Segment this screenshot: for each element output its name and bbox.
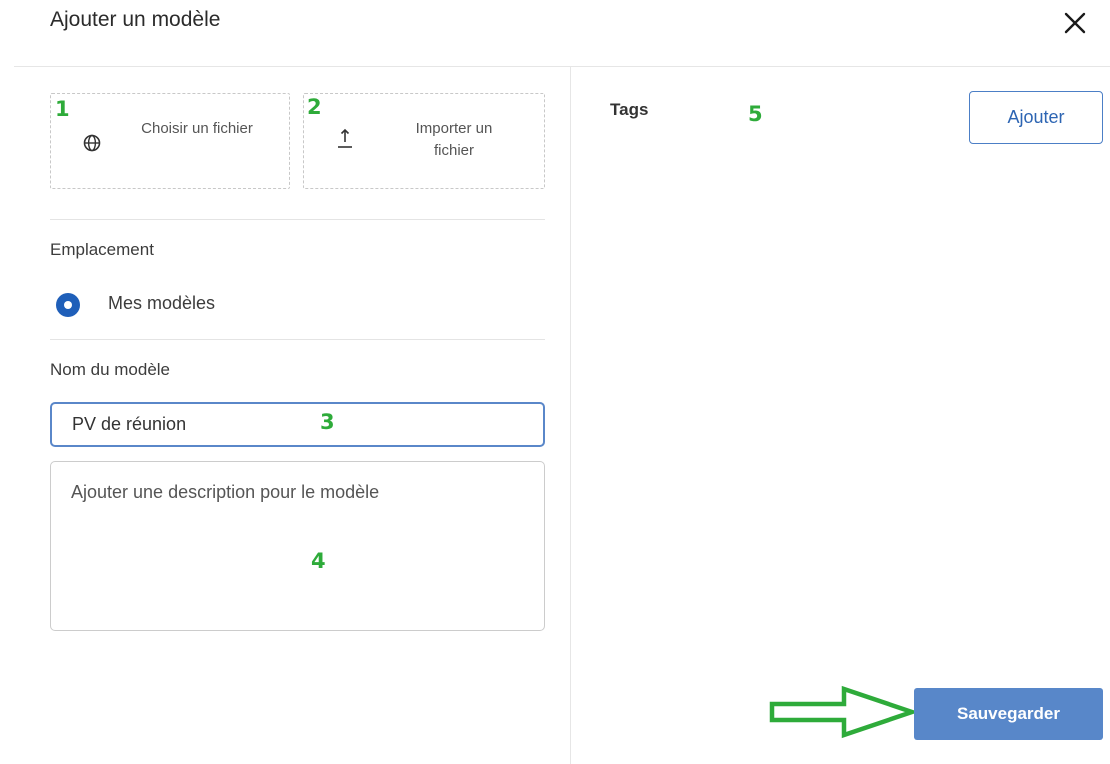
choose-file-option[interactable]: Choisir un fichier bbox=[50, 93, 290, 189]
close-icon[interactable] bbox=[1062, 10, 1088, 36]
location-label: Emplacement bbox=[50, 240, 154, 259]
import-file-option[interactable]: Importer un fichier bbox=[303, 93, 545, 189]
upload-icon bbox=[338, 128, 352, 148]
annotation-badge-4: 4 bbox=[311, 549, 326, 573]
dialog-title: Ajouter un modèle bbox=[50, 8, 221, 31]
section-divider bbox=[50, 339, 545, 340]
annotation-badge-1: 1 bbox=[55, 97, 70, 121]
import-file-label: Importer un fichier bbox=[415, 120, 493, 159]
green-arrow-annotation bbox=[769, 685, 916, 739]
my-templates-radio[interactable] bbox=[56, 293, 80, 317]
header-divider bbox=[14, 66, 1110, 67]
globe-icon bbox=[83, 134, 101, 152]
template-name-label: Nom du modèle bbox=[50, 360, 171, 379]
add-tag-button[interactable]: Ajouter bbox=[969, 91, 1103, 144]
section-divider bbox=[50, 219, 545, 220]
tags-label: Tags bbox=[610, 100, 649, 119]
choose-file-label: Choisir un fichier bbox=[141, 120, 253, 137]
annotation-badge-3: 3 bbox=[320, 410, 335, 434]
annotation-badge-5: 5 bbox=[748, 102, 763, 126]
description-textarea[interactable] bbox=[50, 461, 545, 631]
annotation-badge-2: 2 bbox=[307, 95, 322, 119]
column-divider bbox=[570, 67, 571, 764]
save-button[interactable]: Sauvegarder bbox=[914, 688, 1103, 740]
template-name-input[interactable] bbox=[50, 402, 545, 447]
my-templates-label[interactable]: Mes modèles bbox=[108, 293, 215, 314]
